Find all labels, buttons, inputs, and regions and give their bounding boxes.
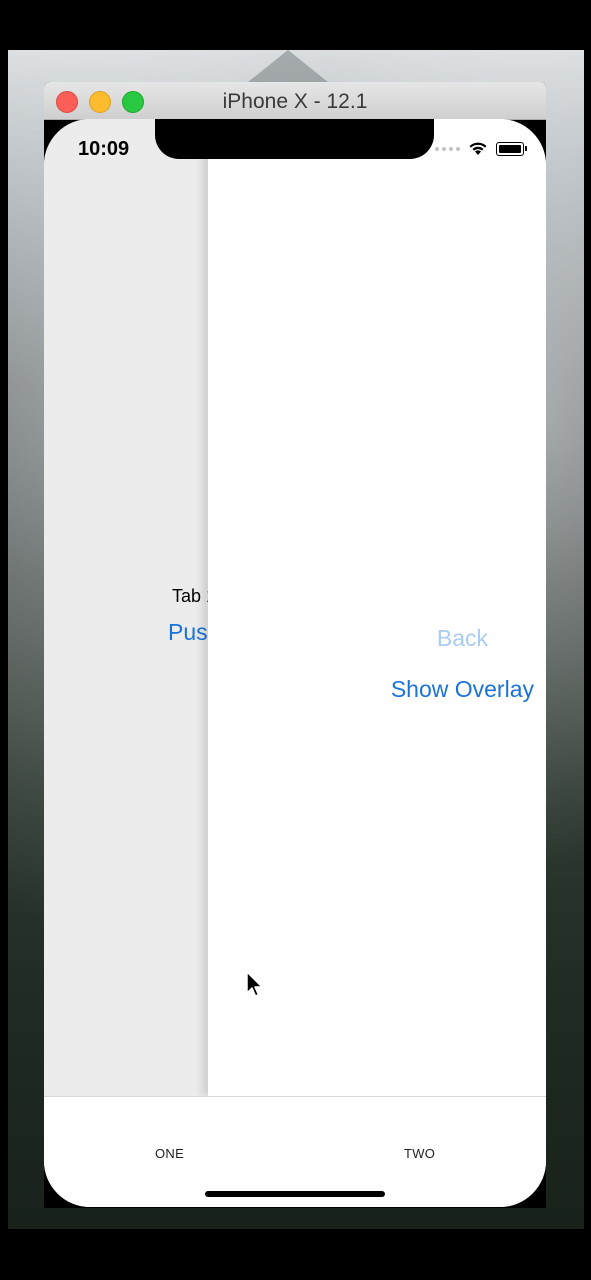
cellular-signal-icon — [435, 146, 460, 151]
tab-bar: ONE TWO — [44, 1096, 546, 1207]
window-title: iPhone X - 12.1 — [222, 90, 368, 113]
device-notch — [155, 119, 434, 159]
status-indicators — [435, 141, 527, 156]
show-overlay-button[interactable]: Show Overlay — [391, 676, 534, 703]
battery-icon — [496, 141, 527, 156]
device-screen: 10:09 Tab 1 Pus Back Show Overlay ONE TW… — [44, 119, 546, 1207]
back-button[interactable]: Back — [437, 625, 488, 652]
current-page: Back Show Overlay — [208, 119, 546, 1096]
tab-two[interactable]: TWO — [404, 1146, 435, 1161]
previous-page: Tab 1 Pus — [44, 119, 208, 1096]
tab-title-label: Tab 1 — [172, 586, 208, 606]
wifi-icon — [469, 142, 487, 155]
status-time: 10:09 — [78, 138, 130, 160]
mouse-cursor-icon — [246, 971, 263, 997]
tab-one[interactable]: ONE — [155, 1146, 184, 1161]
home-indicator[interactable] — [205, 1191, 385, 1197]
window-titlebar[interactable]: iPhone X - 12.1 — [44, 82, 546, 120]
push-button[interactable]: Pus — [168, 619, 208, 646]
